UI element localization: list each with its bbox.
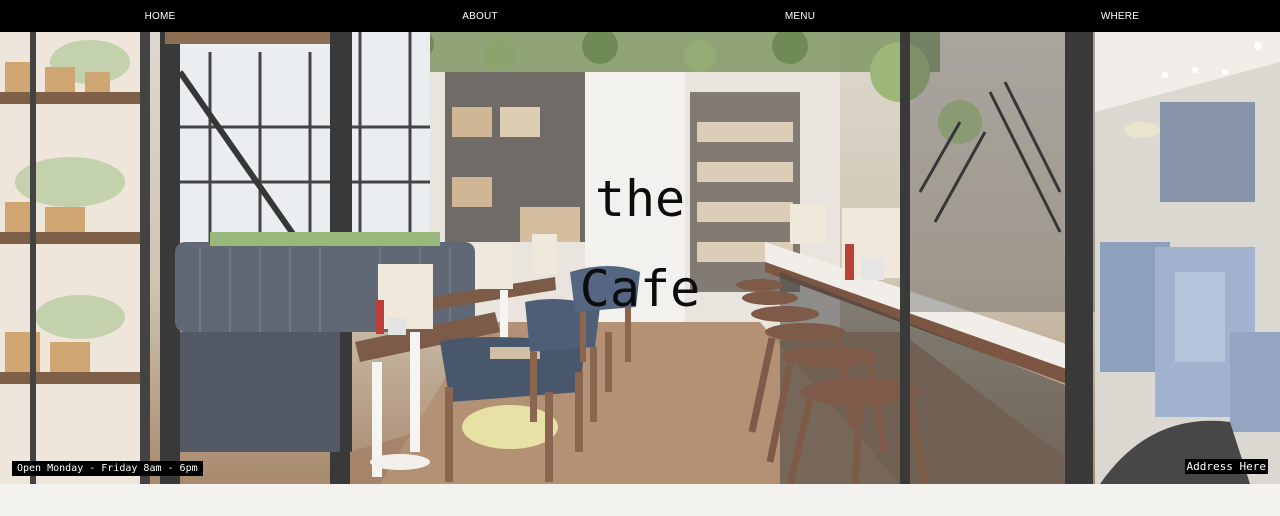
hero-cafe-interior-image <box>0 32 1280 484</box>
page-content-area <box>0 484 1280 516</box>
hero-title-line2: Cafe <box>579 260 701 318</box>
address-label: Address Here <box>1184 459 1268 474</box>
nav-home-link[interactable]: HOME <box>0 0 320 32</box>
nav-menu-link[interactable]: MENU <box>640 0 960 32</box>
top-nav: HOME ABOUT MENU WHERE <box>0 0 1280 32</box>
nav-about-link[interactable]: ABOUT <box>320 0 640 32</box>
nav-where-link[interactable]: WHERE <box>960 0 1280 32</box>
hero-title-line1: the <box>594 170 686 228</box>
opening-hours-label: Open Monday - Friday 8am - 6pm <box>12 461 203 476</box>
hero-section: the Cafe Open Monday - Friday 8am - 6pm … <box>0 32 1280 484</box>
